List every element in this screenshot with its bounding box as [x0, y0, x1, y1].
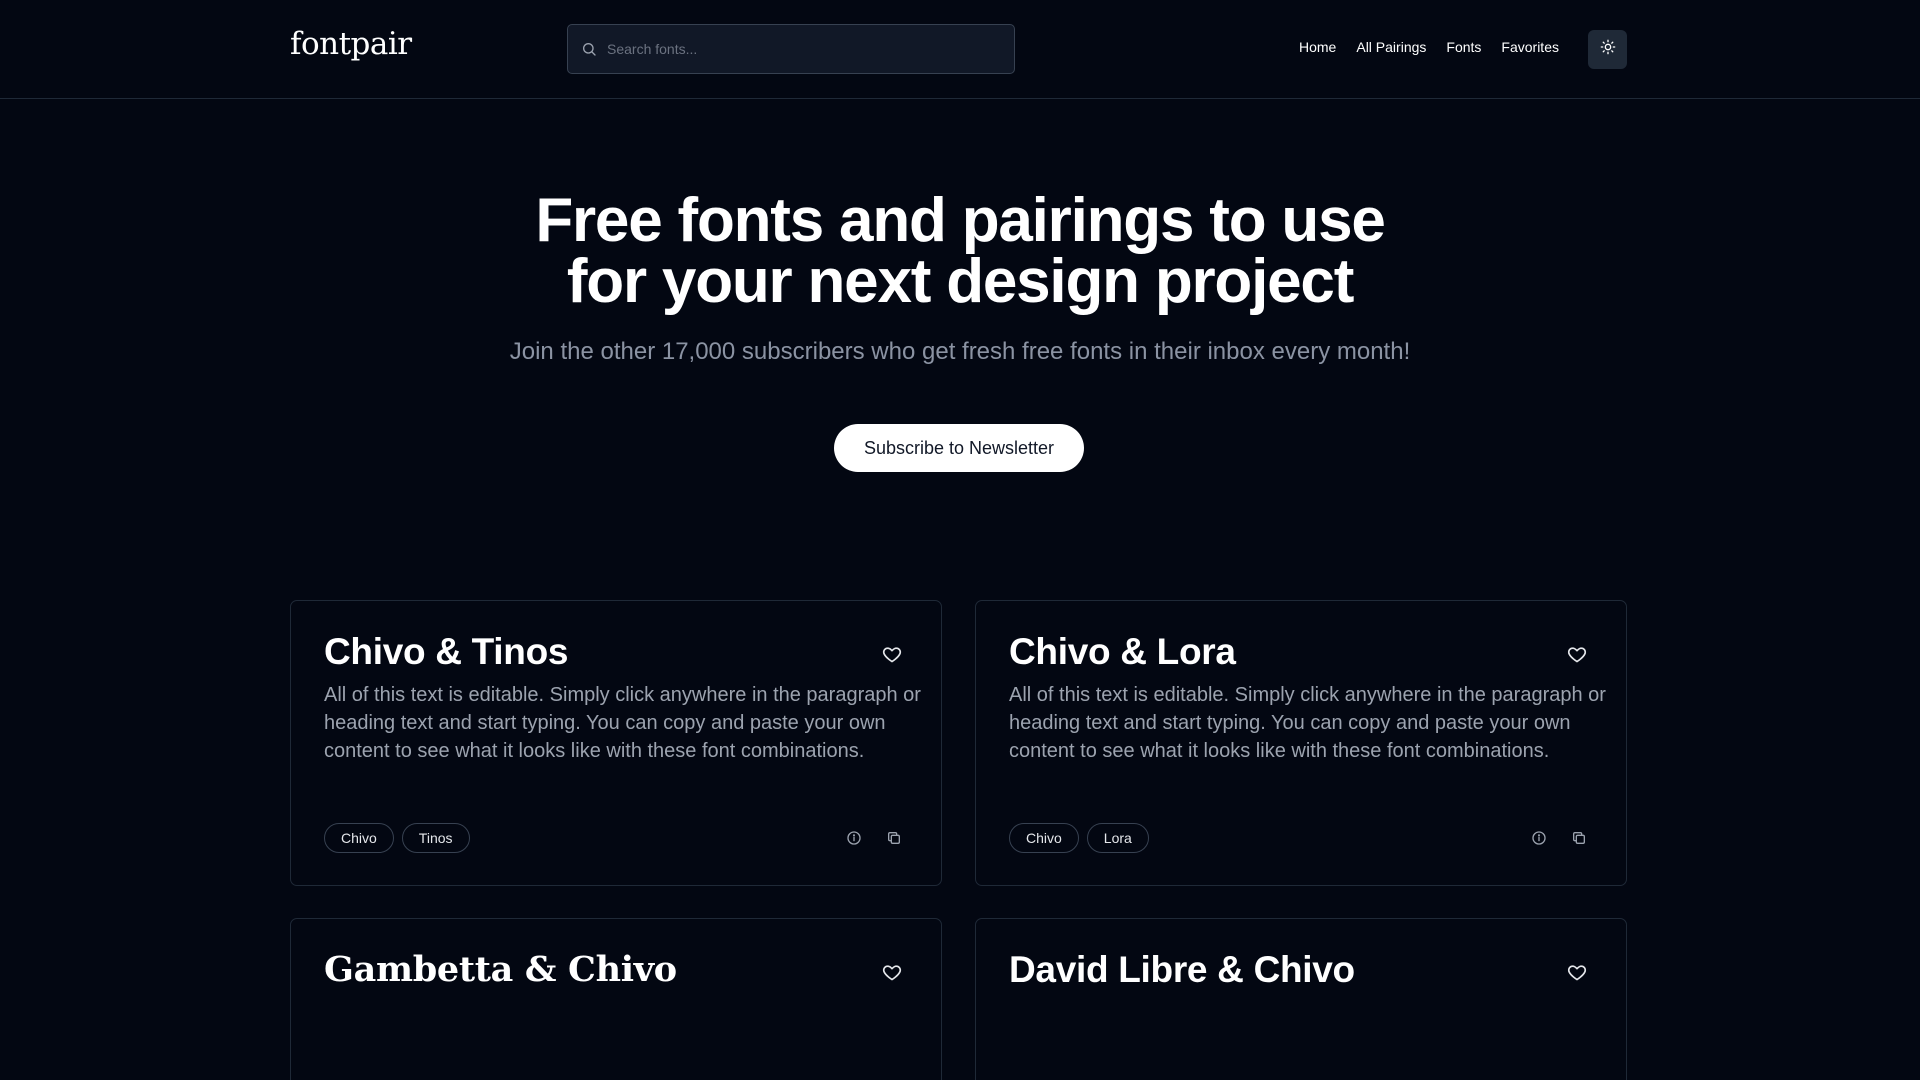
pairing-card[interactable]: Gambetta & Chivo: [290, 918, 942, 1080]
font-tag[interactable]: Tinos: [401, 823, 470, 853]
font-tags: Chivo Lora: [1009, 823, 1149, 853]
info-icon[interactable]: [845, 829, 863, 847]
card-title[interactable]: Chivo & Tinos: [324, 631, 568, 673]
nav-all-pairings[interactable]: All Pairings: [1356, 39, 1426, 55]
card-title[interactable]: Chivo & Lora: [1009, 631, 1236, 673]
favorite-heart-icon[interactable]: [1566, 961, 1588, 983]
font-tag[interactable]: Chivo: [1009, 823, 1079, 853]
pairing-card[interactable]: Chivo & Tinos All of this text is editab…: [290, 600, 942, 886]
site-header: fontpair Home All Pairings Fonts Favorit…: [0, 0, 1920, 99]
nav-fonts[interactable]: Fonts: [1446, 39, 1481, 55]
font-tag[interactable]: Chivo: [324, 823, 394, 853]
subscribe-button[interactable]: Subscribe to Newsletter: [834, 424, 1084, 472]
card-title[interactable]: Gambetta & Chivo: [324, 949, 677, 990]
sun-icon: [1600, 39, 1616, 60]
card-title[interactable]: David Libre & Chivo: [1009, 949, 1355, 991]
favorite-heart-icon[interactable]: [1566, 643, 1588, 665]
hero-subtitle: Join the other 17,000 subscribers who ge…: [509, 338, 1411, 365]
info-icon[interactable]: [1530, 829, 1548, 847]
pairing-card[interactable]: David Libre & Chivo: [975, 918, 1627, 1080]
search-bar[interactable]: [567, 24, 1015, 74]
theme-toggle-button[interactable]: [1588, 30, 1627, 69]
page: fontpair Home All Pairings Fonts Favorit…: [0, 0, 1920, 1080]
site-logo[interactable]: fontpair: [290, 26, 412, 62]
favorite-heart-icon[interactable]: [881, 961, 903, 983]
main-nav: Home All Pairings Fonts Favorites: [1299, 39, 1559, 55]
card-actions: [1530, 829, 1588, 847]
favorite-heart-icon[interactable]: [881, 643, 903, 665]
nav-home[interactable]: Home: [1299, 39, 1336, 55]
font-tags: Chivo Tinos: [324, 823, 470, 853]
copy-icon[interactable]: [1570, 829, 1588, 847]
card-body-text[interactable]: All of this text is editable. Simply cli…: [324, 681, 924, 765]
pairing-card[interactable]: Chivo & Lora All of this text is editabl…: [975, 600, 1627, 886]
search-icon: [580, 40, 598, 58]
search-input[interactable]: [607, 41, 1007, 57]
card-actions: [845, 829, 903, 847]
hero-section: Free fonts and pairings to use for your …: [0, 190, 1920, 366]
card-body-text[interactable]: All of this text is editable. Simply cli…: [1009, 681, 1609, 765]
font-tag[interactable]: Lora: [1086, 823, 1149, 853]
nav-favorites[interactable]: Favorites: [1501, 39, 1559, 55]
copy-icon[interactable]: [885, 829, 903, 847]
hero-title: Free fonts and pairings to use for your …: [535, 186, 1386, 316]
